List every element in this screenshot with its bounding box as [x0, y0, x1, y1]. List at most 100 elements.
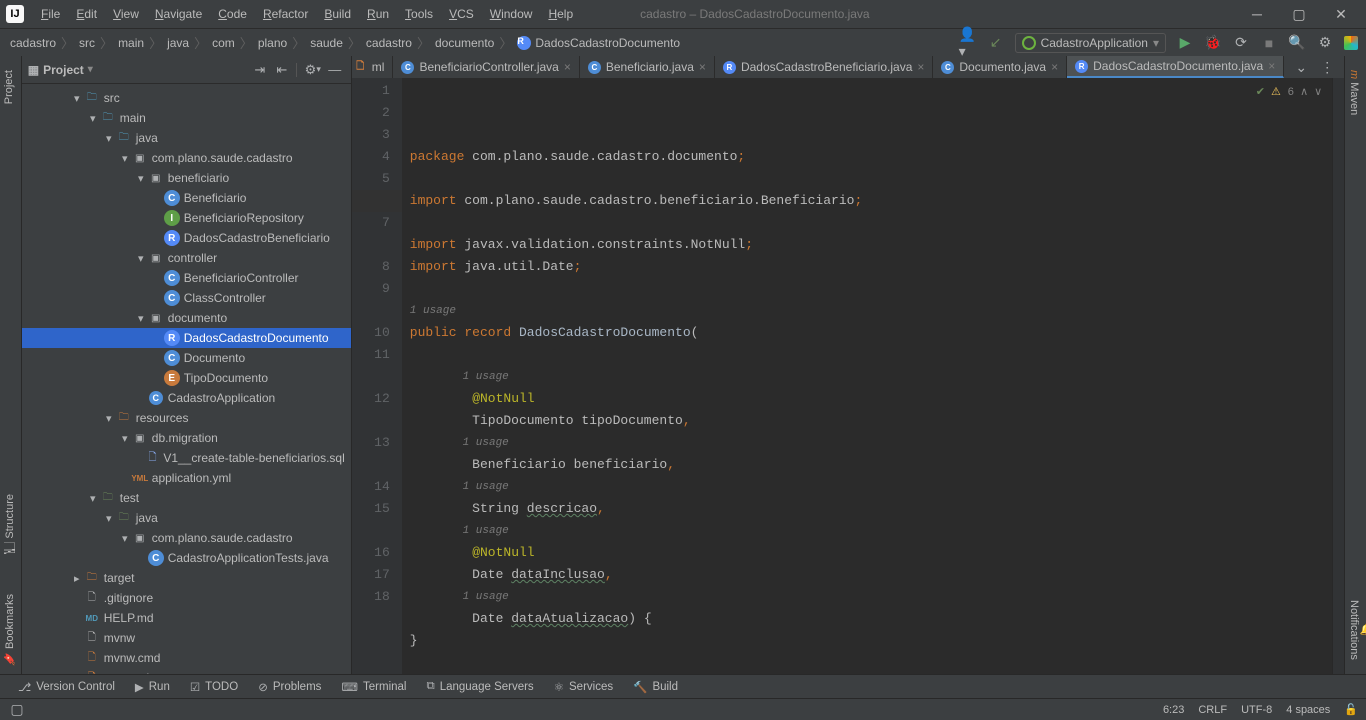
- tree-item-beneficiario[interactable]: ▾▣beneficiario: [22, 168, 351, 188]
- breadcrumb-cadastro[interactable]: cadastro: [8, 36, 58, 50]
- menu-file[interactable]: File: [34, 4, 67, 24]
- breadcrumb-file[interactable]: RDadosCadastroDocumento: [515, 36, 682, 50]
- tree-item-ClassController[interactable]: CClassController: [22, 288, 351, 308]
- bottom-tab-todo[interactable]: ☑TODO: [180, 680, 248, 694]
- menu-navigate[interactable]: Navigate: [148, 4, 209, 24]
- tab-ml[interactable]: 🗋ml: [352, 56, 394, 78]
- menu-refactor[interactable]: Refactor: [256, 4, 315, 24]
- tree-item-com-plano-saude-cadastro[interactable]: ▾▣com.plano.saude.cadastro: [22, 528, 351, 548]
- tree-item-com-plano-saude-cadastro[interactable]: ▾▣com.plano.saude.cadastro: [22, 148, 351, 168]
- project-tool-title[interactable]: ▦ Project ▾: [28, 63, 248, 77]
- tree-item-pom-xml[interactable]: 🗋pom.xml: [22, 668, 351, 674]
- indent-setting[interactable]: 4 spaces: [1286, 704, 1330, 716]
- breadcrumb-main[interactable]: main: [116, 36, 146, 50]
- menu-tools[interactable]: Tools: [398, 4, 440, 24]
- tree-item-documento[interactable]: ▾▣documento: [22, 308, 351, 328]
- menu-vcs[interactable]: VCS: [442, 4, 481, 24]
- breadcrumb-documento[interactable]: documento: [433, 36, 496, 50]
- tree-item-java[interactable]: ▾🗀java: [22, 128, 351, 148]
- coverage-button[interactable]: ⟳: [1232, 34, 1250, 52]
- line-ending[interactable]: CRLF: [1198, 704, 1227, 716]
- debug-button[interactable]: 🐞: [1204, 34, 1222, 52]
- caret-position[interactable]: 6:23: [1163, 704, 1184, 716]
- tree-item-mvnw-cmd[interactable]: 🗋mvnw.cmd: [22, 648, 351, 668]
- tree-item-HELP-md[interactable]: MDHELP.md: [22, 608, 351, 628]
- tree-item-test[interactable]: ▾🗀test: [22, 488, 351, 508]
- toolbox-icon[interactable]: [1344, 36, 1358, 50]
- search-everywhere-icon[interactable]: 🔍: [1288, 34, 1306, 52]
- right-tab-notifications[interactable]: 🔔 Notifications: [1345, 586, 1366, 674]
- git-user-icon[interactable]: 👤▾: [959, 34, 977, 52]
- tab-close-icon[interactable]: ×: [1051, 60, 1058, 74]
- maximize-button[interactable]: ▢: [1280, 2, 1318, 26]
- file-encoding[interactable]: UTF-8: [1241, 704, 1272, 716]
- tab-BeneficiarioController-java[interactable]: CBeneficiarioController.java×: [393, 56, 579, 78]
- tree-item-Beneficiario[interactable]: CBeneficiario: [22, 188, 351, 208]
- inspection-widget[interactable]: ✔ ⚠ 6 ∧∨: [1256, 82, 1322, 104]
- tree-item-DadosCadastroDocumento[interactable]: RDadosCadastroDocumento: [22, 328, 351, 348]
- breadcrumb-plano[interactable]: plano: [256, 36, 289, 50]
- tree-item-db-migration[interactable]: ▾▣db.migration: [22, 428, 351, 448]
- tree-item-BeneficiarioRepository[interactable]: IBeneficiarioRepository: [22, 208, 351, 228]
- run-button[interactable]: ▶: [1176, 34, 1194, 52]
- tree-item-java[interactable]: ▾🗀java: [22, 508, 351, 528]
- bottom-tab-build[interactable]: 🔨Build: [623, 680, 688, 694]
- left-tab-structure[interactable]: 🗂 Structure: [0, 486, 19, 564]
- tree-item-controller[interactable]: ▾▣controller: [22, 248, 351, 268]
- tree-item-mvnw[interactable]: 🗋mvnw: [22, 628, 351, 648]
- bottom-tab-version-control[interactable]: ⎇Version Control: [8, 680, 125, 694]
- project-settings-icon[interactable]: ⚙ ▾: [303, 60, 323, 80]
- menu-code[interactable]: Code: [211, 4, 254, 24]
- tree-item-target[interactable]: ▸🗀target: [22, 568, 351, 588]
- tab-DadosCadastroBeneficiario-java[interactable]: RDadosCadastroBeneficiario.java×: [715, 56, 933, 78]
- readonly-lock-icon[interactable]: 🔓: [1344, 703, 1358, 716]
- tree-item-main[interactable]: ▾🗀main: [22, 108, 351, 128]
- bottom-tab-language-servers[interactable]: ⧉Language Servers: [416, 680, 543, 693]
- bottom-tab-services[interactable]: ⚛Services: [544, 680, 623, 694]
- menu-run[interactable]: Run: [360, 4, 396, 24]
- statusbar-tool-icon[interactable]: ▢: [8, 701, 26, 719]
- tree-item-V1__create-table-beneficiarios-sql[interactable]: 🗋V1__create-table-beneficiarios.sql: [22, 448, 351, 468]
- breadcrumb-src[interactable]: src: [77, 36, 97, 50]
- tree-item-DadosCadastroBeneficiario[interactable]: RDadosCadastroBeneficiario: [22, 228, 351, 248]
- tab-close-icon[interactable]: ×: [917, 60, 924, 74]
- tab-close-icon[interactable]: ×: [1268, 59, 1275, 73]
- editor-code[interactable]: ✔ ⚠ 6 ∧∨ package com.plano.saude.cadastr…: [402, 78, 1332, 674]
- tree-item-TipoDocumento[interactable]: ETipoDocumento: [22, 368, 351, 388]
- tab-Beneficiario-java[interactable]: CBeneficiario.java×: [580, 56, 715, 78]
- tree-item-resources[interactable]: ▾🗀resources: [22, 408, 351, 428]
- breadcrumb-com[interactable]: com: [210, 36, 237, 50]
- tab-DadosCadastroDocumento-java[interactable]: RDadosCadastroDocumento.java×: [1067, 56, 1284, 78]
- menu-help[interactable]: Help: [541, 4, 580, 24]
- run-config-selector[interactable]: CadastroApplication ▾: [1015, 33, 1166, 53]
- tree-item-src[interactable]: ▾🗀src: [22, 88, 351, 108]
- tree-item-CadastroApplication[interactable]: CCadastroApplication: [22, 388, 351, 408]
- collapse-all-icon[interactable]: ⇤: [272, 60, 292, 80]
- tab-close-icon[interactable]: ×: [564, 60, 571, 74]
- tree-item--gitignore[interactable]: 🗋.gitignore: [22, 588, 351, 608]
- git-update-icon[interactable]: ↙: [987, 34, 1005, 52]
- breadcrumb-java[interactable]: java: [165, 36, 191, 50]
- hide-sidebar-icon[interactable]: —: [325, 60, 345, 80]
- tree-item-CadastroApplicationTests-java[interactable]: CCadastroApplicationTests.java: [22, 548, 351, 568]
- left-tab-project[interactable]: Project: [0, 62, 18, 112]
- tab-Documento-java[interactable]: CDocumento.java×: [933, 56, 1067, 78]
- bottom-tab-problems[interactable]: ⊘Problems: [248, 680, 331, 694]
- breadcrumb-saude[interactable]: saude: [308, 36, 345, 50]
- tree-item-application-yml[interactable]: YMLapplication.yml: [22, 468, 351, 488]
- left-tab-bookmarks[interactable]: 🔖 Bookmarks: [0, 586, 19, 674]
- right-tab-maven[interactable]: m Maven: [1345, 62, 1363, 123]
- tree-item-BeneficiarioController[interactable]: CBeneficiarioController: [22, 268, 351, 288]
- breadcrumb-cadastro[interactable]: cadastro: [364, 36, 414, 50]
- menu-view[interactable]: View: [106, 4, 146, 24]
- menu-build[interactable]: Build: [317, 4, 358, 24]
- close-button[interactable]: ✕: [1322, 2, 1360, 26]
- expand-all-icon[interactable]: ⇥: [250, 60, 270, 80]
- settings-icon[interactable]: ⚙: [1316, 34, 1334, 52]
- minimize-button[interactable]: ─: [1238, 2, 1276, 26]
- tab-more-icon[interactable]: ⋮: [1318, 58, 1336, 76]
- menu-edit[interactable]: Edit: [69, 4, 104, 24]
- menu-window[interactable]: Window: [483, 4, 540, 24]
- tab-dropdown-icon[interactable]: ⌄: [1292, 58, 1310, 76]
- stop-button[interactable]: ■: [1260, 34, 1278, 52]
